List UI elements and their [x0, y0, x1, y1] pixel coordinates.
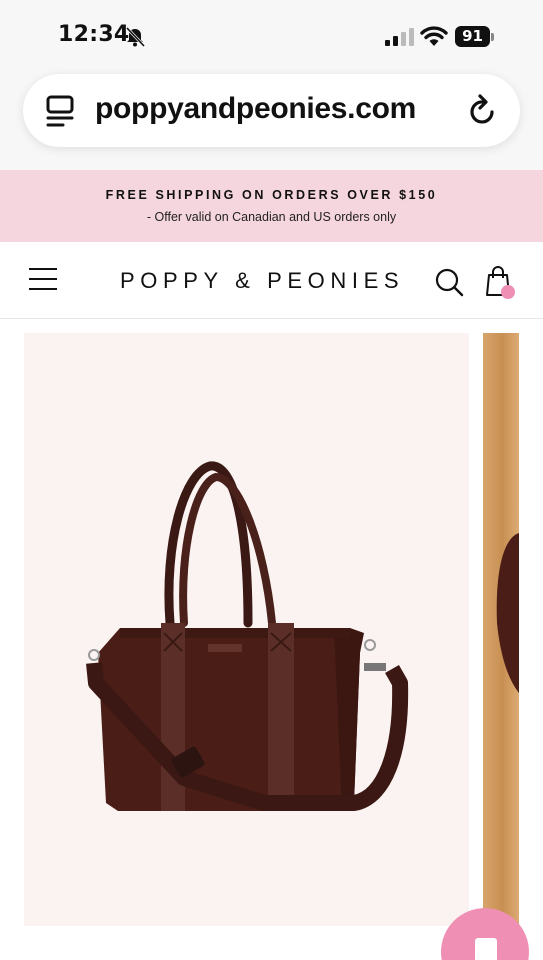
reader-icon[interactable]	[45, 94, 75, 128]
status-time: 12:34	[58, 22, 130, 47]
site-header: POPPY & PEONIES	[0, 242, 543, 319]
cart-icon[interactable]	[485, 264, 517, 300]
promo-title: FREE SHIPPING ON ORDERS OVER $150	[105, 188, 438, 202]
battery-percentage: 91	[462, 27, 483, 45]
search-icon[interactable]	[434, 267, 464, 297]
chat-icon	[475, 938, 497, 960]
next-product-preview	[496, 533, 519, 693]
wifi-icon	[420, 26, 448, 46]
signal-icon	[385, 28, 414, 46]
tote-bag-image	[86, 461, 409, 811]
product-image[interactable]	[24, 333, 469, 926]
url-text[interactable]: poppyandpeonies.com	[95, 92, 416, 126]
menu-icon[interactable]	[28, 266, 58, 292]
status-bar: 12:34 91	[0, 0, 543, 74]
browser-address-area: poppyandpeonies.com	[0, 74, 543, 170]
address-bar[interactable]: poppyandpeonies.com	[23, 74, 520, 147]
cart-badge-dot	[501, 285, 515, 299]
promo-subtitle: - Offer valid on Canadian and US orders …	[146, 210, 397, 224]
next-product-image[interactable]	[483, 333, 519, 926]
reload-icon[interactable]	[467, 92, 499, 128]
promo-banner[interactable]: FREE SHIPPING ON ORDERS OVER $150 - Offe…	[0, 170, 543, 242]
brand-logo[interactable]: POPPY & PEONIES	[120, 268, 404, 294]
battery-icon: 91	[455, 26, 495, 48]
bell-slash-icon	[125, 26, 146, 48]
